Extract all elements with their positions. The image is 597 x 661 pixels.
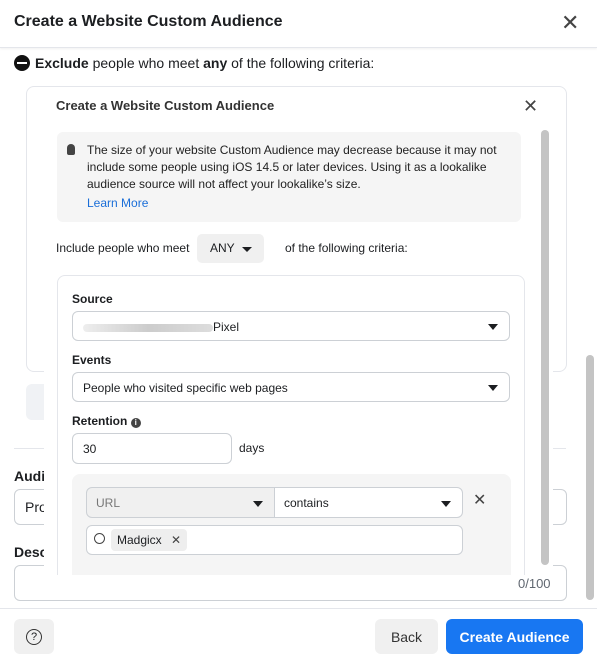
exclude-heading: Exclude people who meet any of the follo… <box>14 55 374 71</box>
rule-box: URL contains ✕ Madgicx ✕ <box>72 474 511 575</box>
char-count: 0/100 <box>518 576 551 591</box>
inner-scrollbar[interactable] <box>541 130 549 565</box>
minus-circle-icon <box>14 55 30 71</box>
exclude-bold: Exclude <box>35 55 89 71</box>
modal-footer: ? Back Create Audience <box>0 608 597 661</box>
tag-label: Madgicx <box>117 533 162 547</box>
url-search-input[interactable]: Madgicx ✕ <box>86 525 463 555</box>
events-label: Events <box>72 353 112 367</box>
modal-title: Create a Website Custom Audience <box>14 13 283 30</box>
search-icon <box>94 533 105 544</box>
close-icon[interactable]: ✕ <box>561 12 579 34</box>
help-button[interactable]: ? <box>14 619 54 654</box>
lightbulb-icon <box>67 144 75 155</box>
redacted-name <box>83 323 213 332</box>
exclude-text-2: of the following criteria: <box>227 55 375 71</box>
rule-operator-value: contains <box>284 496 329 510</box>
info-text: The size of your website Custom Audience… <box>87 143 497 191</box>
chevron-down-icon <box>488 385 498 391</box>
rule-operator-select[interactable]: contains <box>274 487 463 518</box>
learn-more-link[interactable]: Learn More <box>87 196 148 210</box>
retention-label-text: Retention <box>72 414 128 428</box>
outer-scrollbar[interactable] <box>586 355 594 600</box>
source-value: Pixel <box>213 320 240 334</box>
inner-close-icon[interactable]: ✕ <box>523 97 538 115</box>
create-audience-button[interactable]: Create Audience <box>446 619 583 654</box>
chevron-down-icon <box>253 500 263 507</box>
any-bold: any <box>203 55 228 71</box>
tag-chip: Madgicx ✕ <box>111 529 188 551</box>
include-suffix: of the following criteria: <box>285 241 408 255</box>
info-icon[interactable]: i <box>130 418 141 428</box>
source-select[interactable]: Pixel <box>72 311 510 341</box>
back-button[interactable]: Back <box>375 619 438 654</box>
remove-rule-icon[interactable]: ✕ <box>473 493 486 509</box>
chevron-down-icon <box>488 324 498 330</box>
inner-title: Create a Website Custom Audience <box>56 98 275 113</box>
match-value: ANY <box>210 241 235 255</box>
remove-tag-icon[interactable]: ✕ <box>171 533 181 547</box>
source-label: Source <box>72 292 113 306</box>
info-box: The size of your website Custom Audience… <box>57 132 521 222</box>
include-prefix: Include people who meet <box>56 241 190 255</box>
match-dropdown[interactable]: ANY <box>197 234 264 263</box>
events-value: People who visited specific web pages <box>83 381 288 395</box>
retention-value: 30 <box>83 442 97 456</box>
description-label: Desc <box>14 544 48 560</box>
exclude-text: people who meet <box>88 55 204 71</box>
modal-header: Create a Website Custom Audience ✕ <box>0 0 597 48</box>
rule-field-select[interactable]: URL <box>86 487 275 518</box>
chevron-down-icon <box>242 246 252 252</box>
retention-unit: days <box>239 441 265 455</box>
audience-name-label: Audi <box>14 468 46 484</box>
retention-label: Retention i <box>72 414 141 428</box>
retention-input[interactable]: 30 <box>72 433 232 464</box>
inner-dialog: Create a Website Custom Audience ✕ The s… <box>44 88 553 575</box>
events-select[interactable]: People who visited specific web pages <box>72 372 510 402</box>
help-icon: ? <box>26 628 42 645</box>
chevron-down-icon <box>441 500 451 507</box>
criteria-card: Source Pixel Events People who visited s… <box>57 275 525 575</box>
rule-field-value: URL <box>96 496 121 510</box>
